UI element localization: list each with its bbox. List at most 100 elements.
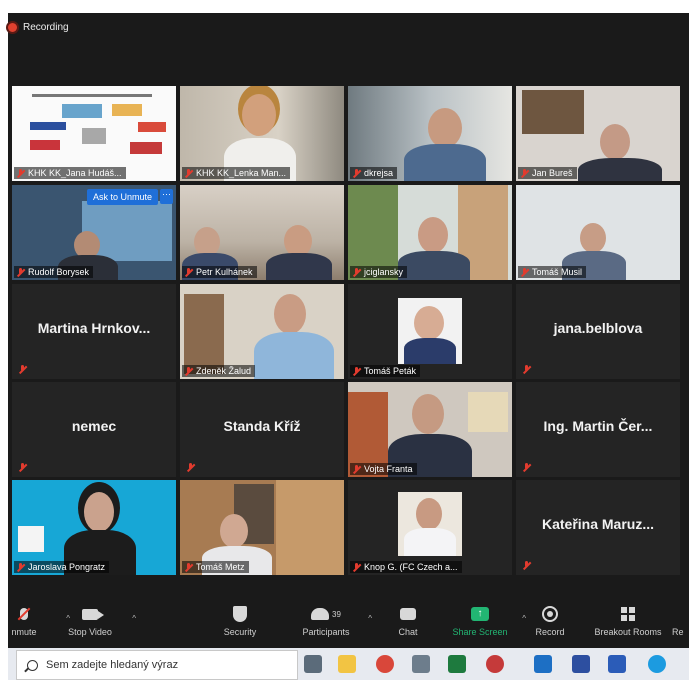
file-explorer-icon[interactable] bbox=[338, 655, 356, 673]
calculator-icon[interactable] bbox=[412, 655, 430, 673]
video-tile[interactable]: Knop G. (FC Czech a... bbox=[348, 480, 512, 575]
app-icon[interactable] bbox=[486, 655, 504, 673]
share-screen-icon: ↑ bbox=[471, 607, 489, 621]
record-icon bbox=[542, 606, 558, 622]
participant-name: nemec bbox=[71, 418, 117, 434]
muted-mic-icon bbox=[352, 562, 361, 572]
video-tile[interactable]: Tomáš Peták bbox=[348, 284, 512, 379]
muted-mic-icon bbox=[522, 365, 531, 374]
stop-video-button[interactable]: Stop Video ^ bbox=[54, 604, 136, 637]
share-screen-button[interactable]: ↑ Share Screen ^ bbox=[444, 604, 526, 637]
chrome-icon[interactable] bbox=[376, 655, 394, 673]
muted-mic-icon bbox=[18, 365, 27, 374]
muted-mic-icon bbox=[18, 463, 27, 472]
shield-icon bbox=[233, 606, 247, 622]
video-tile-no-video[interactable]: Ing. Martin Čer... bbox=[516, 382, 680, 477]
muted-mic-icon bbox=[520, 168, 529, 178]
participant-label: Petr Kulhánek bbox=[182, 266, 257, 278]
muted-mic-icon bbox=[522, 561, 531, 570]
participant-name: Ing. Martin Čer... bbox=[543, 418, 653, 434]
participant-name: jana.belblova bbox=[553, 320, 643, 336]
video-tile-no-video[interactable]: nemec bbox=[12, 382, 176, 477]
muted-mic-icon bbox=[16, 168, 25, 178]
participant-label: Tomáš Peták bbox=[350, 365, 421, 377]
more-options-button[interactable]: ··· bbox=[160, 189, 173, 204]
recording-label: Recording bbox=[23, 21, 69, 33]
participant-name: Kateřina Maruz... bbox=[541, 516, 655, 532]
video-tile[interactable]: KHK KK_Lenka Man... bbox=[180, 86, 344, 181]
muted-mic-icon bbox=[184, 366, 193, 376]
muted-mic-icon bbox=[520, 267, 529, 277]
participant-label: Tomáš Musil bbox=[518, 266, 587, 278]
video-tile[interactable]: Tomáš Musil bbox=[516, 185, 680, 280]
video-tile[interactable]: Jan Bureš bbox=[516, 86, 680, 181]
muted-mic-icon bbox=[184, 168, 193, 178]
participant-label: Jaroslava Pongratz bbox=[14, 561, 110, 573]
video-tile[interactable]: KHK KK_Jana Hudáš... bbox=[12, 86, 176, 181]
participant-label: jciglansky bbox=[350, 266, 408, 278]
gallery-grid: KHK KK_Jana Hudáš... KHK KK_Lenka Man...… bbox=[8, 86, 680, 575]
muted-mic-icon bbox=[16, 562, 25, 572]
logo-sheet bbox=[32, 94, 152, 97]
security-button[interactable]: Security bbox=[204, 604, 276, 637]
muted-mic-icon bbox=[186, 463, 195, 472]
video-tile[interactable]: jciglansky bbox=[348, 185, 512, 280]
word-icon[interactable] bbox=[608, 655, 626, 673]
edge-icon[interactable] bbox=[648, 655, 666, 673]
muted-mic-icon bbox=[16, 267, 25, 277]
video-tile[interactable]: Tomáš Metz bbox=[180, 480, 344, 575]
reactions-button[interactable]: Re bbox=[672, 604, 689, 637]
recording-indicator: Recording bbox=[8, 16, 69, 38]
windows-taskbar: Sem zadejte hledaný výraz bbox=[8, 648, 689, 680]
participants-button[interactable]: 39 Participants ^ bbox=[290, 604, 372, 637]
muted-mic-icon bbox=[352, 464, 361, 474]
breakout-rooms-button[interactable]: Breakout Rooms bbox=[586, 604, 670, 637]
search-placeholder: Sem zadejte hledaný výraz bbox=[46, 659, 179, 671]
video-tile-active-speaker[interactable]: Petr Kulhánek bbox=[180, 185, 344, 280]
participant-name: Standa Kříž bbox=[223, 418, 301, 434]
taskbar-search-box[interactable]: Sem zadejte hledaný výraz bbox=[16, 650, 298, 680]
participant-label: Knop G. (FC Czech a... bbox=[350, 561, 462, 573]
search-icon bbox=[27, 659, 38, 671]
muted-mic-icon bbox=[522, 463, 531, 472]
video-camera-icon bbox=[82, 608, 104, 620]
chat-icon bbox=[400, 608, 416, 620]
participant-name: Martina Hrnkov... bbox=[37, 320, 151, 336]
participant-label: dkrejsa bbox=[350, 167, 398, 179]
task-view-icon[interactable] bbox=[304, 655, 322, 673]
profile-photo bbox=[398, 298, 462, 364]
video-tile-no-video[interactable]: Standa Kříž bbox=[180, 382, 344, 477]
participant-label: KHK KK_Jana Hudáš... bbox=[14, 167, 126, 179]
profile-photo bbox=[398, 492, 462, 556]
video-tile[interactable]: dkrejsa bbox=[348, 86, 512, 181]
muted-mic-icon bbox=[352, 366, 361, 376]
video-tile-no-video[interactable]: Kateřina Maruz... bbox=[516, 480, 680, 575]
muted-microphone-icon bbox=[20, 608, 28, 620]
unmute-button[interactable]: nmute ^ bbox=[0, 604, 70, 637]
participant-label: Vojta Franta bbox=[350, 463, 417, 475]
qr-code bbox=[18, 526, 44, 552]
video-tile[interactable]: Jaroslava Pongratz bbox=[12, 480, 176, 575]
meeting-toolbar: nmute ^ Stop Video ^ Security 39 Partici… bbox=[8, 600, 689, 648]
ask-to-unmute-button[interactable]: Ask to Unmute bbox=[87, 189, 159, 205]
muted-mic-icon bbox=[184, 562, 193, 572]
video-tile-no-video[interactable]: jana.belblova bbox=[516, 284, 680, 379]
video-tile[interactable]: Ask to Unmute ··· Rudolf Borysek bbox=[12, 185, 176, 280]
record-button[interactable]: Record bbox=[514, 604, 586, 637]
chat-button[interactable]: Chat bbox=[372, 604, 444, 637]
recording-dot-icon bbox=[8, 22, 17, 32]
muted-mic-icon bbox=[184, 267, 193, 277]
participant-label: Rudolf Borysek bbox=[14, 266, 94, 278]
excel-icon[interactable] bbox=[448, 655, 466, 673]
muted-mic-icon bbox=[352, 168, 361, 178]
video-tile[interactable]: Vojta Franta bbox=[348, 382, 512, 477]
caret-up-icon[interactable]: ^ bbox=[132, 614, 136, 623]
outlook-icon[interactable] bbox=[534, 655, 552, 673]
participant-label: Zdeněk Žalud bbox=[182, 365, 256, 377]
breakout-rooms-icon bbox=[621, 607, 635, 621]
video-tile-no-video[interactable]: Martina Hrnkov... bbox=[12, 284, 176, 379]
video-tile[interactable]: Zdeněk Žalud bbox=[180, 284, 344, 379]
muted-mic-icon bbox=[352, 267, 361, 277]
calendar-icon[interactable] bbox=[572, 655, 590, 673]
participant-label: Jan Bureš bbox=[518, 167, 577, 179]
